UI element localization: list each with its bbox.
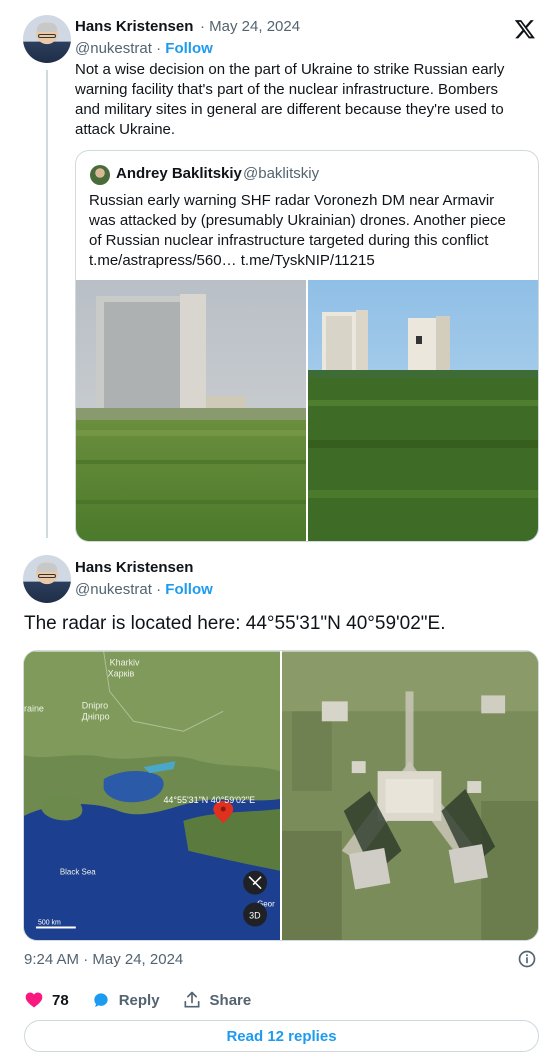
timestamp[interactable]: 9:24 AM · May 24, 2024 [24, 951, 183, 968]
x-logo-icon[interactable] [513, 18, 537, 40]
3d-label: 3D [249, 911, 261, 921]
map-label-kharkiv-cyr: Харків [108, 668, 135, 678]
share-icon [184, 991, 200, 1008]
avatar[interactable] [23, 15, 71, 63]
map-label-ukraine: raine [24, 703, 44, 713]
read-replies-button[interactable]: Read 12 replies [24, 1020, 539, 1052]
tweet-media: Kharkiv Харків Dnipro Дніпро raine 44°55… [23, 650, 539, 941]
quote-author-handle: @baklitskiy [243, 165, 320, 182]
tweet-body: The radar is located here: 44°55'31"N 40… [24, 613, 446, 634]
author-name[interactable]: Hans Kristensen [75, 559, 193, 576]
quote-line[interactable]: t.me/astrapress/560… t.me/TyskNIP/11215 [89, 251, 529, 271]
quote-photos [76, 280, 538, 542]
map-scale-label: 500 km [38, 920, 61, 927]
tweet-line: attack Ukraine. [75, 121, 176, 138]
quote-body: Russian early warning SHF radar Voronezh… [89, 191, 529, 271]
date-label[interactable]: May 24, 2024 [209, 18, 300, 35]
author-name[interactable]: Hans Kristensen [75, 18, 193, 35]
author-handle-row: @nukestrat · Follow [75, 40, 213, 57]
tweet-body: Not a wise decision on the part of Ukrai… [75, 60, 535, 140]
author-handle-row: @nukestrat · Follow [75, 581, 213, 598]
quote-line: of Russian nuclear infrastructure target… [89, 232, 489, 249]
quote-author-name: Andrey Baklitskiy [116, 165, 242, 182]
reply-bubble-icon [94, 993, 108, 1008]
separator: · [200, 18, 205, 35]
like-button[interactable]: 78 [24, 990, 69, 1010]
tweet-line: Not a wise decision on the part of Ukrai… [75, 61, 505, 78]
follow-button[interactable]: Follow [165, 581, 213, 598]
map-scale-bar [35, 926, 76, 929]
author-handle[interactable]: @nukestrat [75, 40, 152, 57]
reply-button[interactable]: Reply [91, 990, 160, 1010]
avatar[interactable] [23, 555, 71, 603]
radar-photo-1[interactable] [76, 280, 306, 542]
quote-line: Russian early warning SHF radar Voronezh… [89, 192, 495, 209]
thread-line [46, 70, 48, 538]
tweet-line: and military sites in general are differ… [75, 101, 504, 118]
reply-label: Reply [118, 991, 160, 1009]
follow-button[interactable]: Follow [165, 40, 213, 57]
info-icon[interactable] [517, 949, 537, 969]
compass-icon[interactable] [243, 870, 268, 895]
author-handle[interactable]: @nukestrat [75, 581, 152, 598]
3d-view-button[interactable]: 3D [243, 902, 268, 927]
share-button[interactable]: Share [182, 990, 252, 1010]
share-label: Share [209, 991, 252, 1009]
tweet-date[interactable]: · May 24, 2024 [200, 18, 300, 35]
map-label-dnipro: Dnipro [82, 700, 108, 710]
map-label-black-sea: Black Sea [60, 868, 96, 877]
heart-icon [25, 992, 43, 1008]
dot-separator: · [156, 581, 162, 598]
quote-line: was attacked by (presumably Ukrainian) d… [89, 212, 506, 229]
tweet-line: warning facility that's part of the nucl… [75, 81, 499, 98]
map-label-kharkiv: Kharkiv [110, 658, 140, 668]
action-bar: 78 Reply Share [24, 990, 273, 1010]
radar-photo-2[interactable] [308, 280, 538, 542]
dot-separator: · [156, 40, 162, 57]
map-label-coords: 44°55'31"N 40°59'02"E [163, 795, 255, 805]
map-image[interactable]: Kharkiv Харків Dnipro Дніпро raine 44°55… [24, 651, 280, 941]
satellite-image[interactable] [282, 651, 538, 941]
map-label-dnipro-cyr: Дніпро [82, 711, 110, 721]
quote-avatar [90, 165, 110, 185]
like-count: 78 [52, 991, 69, 1009]
quoted-tweet[interactable]: Andrey Baklitskiy @baklitskiy Russian ea… [75, 150, 539, 542]
